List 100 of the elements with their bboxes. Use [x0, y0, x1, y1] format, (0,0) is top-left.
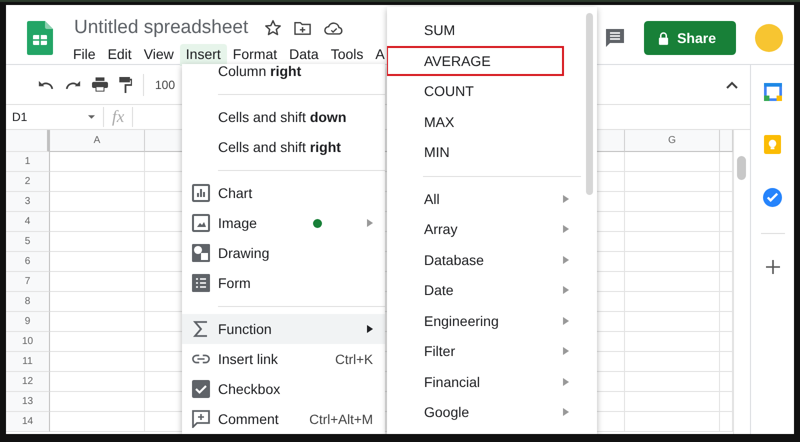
grid-cell[interactable] — [50, 272, 145, 292]
menu-item[interactable]: Checkbox — [182, 374, 385, 404]
menu-item[interactable]: Edit — [102, 44, 138, 66]
row-header[interactable]: 4 — [6, 212, 50, 232]
menu-item[interactable]: File — [67, 44, 102, 66]
grid-cell[interactable] — [720, 152, 733, 172]
undo-icon[interactable] — [38, 79, 54, 90]
row-header[interactable]: 6 — [6, 252, 50, 272]
menu-item[interactable]: A — [369, 44, 391, 66]
grid-cell[interactable] — [625, 412, 720, 432]
row-header[interactable]: 14 — [6, 412, 50, 432]
grid-cell[interactable] — [625, 172, 720, 192]
grid-cell[interactable] — [50, 152, 145, 172]
grid-cell[interactable] — [720, 352, 733, 372]
grid-cell[interactable] — [625, 312, 720, 332]
grid-cell[interactable] — [50, 232, 145, 252]
grid-cell[interactable] — [50, 192, 145, 212]
grid-cell[interactable] — [50, 372, 145, 392]
grid-cell[interactable] — [720, 412, 733, 432]
cloud-icon[interactable] — [324, 20, 344, 36]
row-header[interactable]: 5 — [6, 232, 50, 252]
tasks-icon[interactable] — [763, 188, 782, 207]
grid-cell[interactable] — [625, 392, 720, 412]
share-button[interactable]: Share — [644, 21, 736, 55]
column-header[interactable] — [720, 130, 733, 152]
row-header[interactable]: 1 — [6, 152, 50, 172]
select-all-corner[interactable] — [6, 130, 50, 152]
row-header[interactable]: 12 — [6, 372, 50, 392]
grid-cell[interactable] — [625, 292, 720, 312]
menu-item[interactable]: Form — [182, 268, 385, 298]
menu-item[interactable]: Function — [182, 314, 385, 344]
grid-cell[interactable] — [720, 392, 733, 412]
row-header[interactable]: 2 — [6, 172, 50, 192]
grid-cell[interactable] — [625, 152, 720, 172]
document-title[interactable]: Untitled spreadsheet — [74, 17, 248, 39]
menu-item[interactable]: Drawing — [182, 238, 385, 268]
menu-item[interactable]: Comment Ctrl+Alt+M — [182, 404, 385, 434]
grid-cell[interactable] — [625, 192, 720, 212]
comment-icon[interactable] — [604, 27, 626, 49]
menu-item[interactable]: Filter — [418, 338, 462, 364]
menu-item[interactable]: Array — [418, 216, 464, 242]
column-header[interactable]: A — [50, 130, 145, 152]
grid-cell[interactable] — [50, 352, 145, 372]
grid-cell[interactable] — [720, 312, 733, 332]
grid-cell[interactable] — [50, 312, 145, 332]
menu-item[interactable]: Column right — [182, 64, 385, 86]
dropdown-caret-icon[interactable] — [88, 115, 95, 119]
menu-item[interactable]: Database — [418, 246, 490, 273]
menu-item[interactable]: Engineering — [418, 308, 505, 334]
cell-reference[interactable]: D1 — [6, 110, 84, 124]
menu-item[interactable]: Format — [226, 44, 284, 66]
row-header[interactable]: 7 — [6, 272, 50, 292]
row-header[interactable]: 10 — [6, 332, 50, 352]
menu-item[interactable]: Tools — [324, 44, 370, 66]
grid-cell[interactable] — [720, 292, 733, 312]
menu-item[interactable]: Cells and shift down — [182, 102, 385, 132]
menu-item[interactable]: SUM — [418, 17, 462, 44]
menu-item[interactable]: MAX — [418, 108, 460, 135]
grid-cell[interactable] — [50, 332, 145, 352]
menu-item[interactable]: Data — [283, 44, 325, 66]
grid-cell[interactable] — [50, 392, 145, 412]
grid-cell[interactable] — [720, 172, 733, 192]
grid-cell[interactable] — [625, 252, 720, 272]
row-header[interactable]: 9 — [6, 312, 50, 332]
grid-cell[interactable] — [720, 252, 733, 272]
grid-cell[interactable] — [50, 252, 145, 272]
grid-cell[interactable] — [720, 192, 733, 212]
grid-cell[interactable] — [720, 372, 733, 392]
menu-item[interactable]: MIN — [418, 139, 456, 166]
grid-cell[interactable] — [720, 232, 733, 252]
menu-item[interactable]: Cells and shift right — [182, 132, 385, 162]
collapse-icon[interactable] — [726, 80, 738, 88]
avatar-icon[interactable] — [754, 23, 784, 53]
menu-item[interactable]: Google — [418, 399, 476, 426]
redo-icon[interactable] — [65, 79, 81, 90]
row-header[interactable]: 11 — [6, 352, 50, 372]
menu-item[interactable]: Image — [182, 208, 385, 238]
grid-cell[interactable] — [720, 212, 733, 232]
row-header[interactable]: 3 — [6, 192, 50, 212]
scrollbar-thumb[interactable] — [586, 13, 593, 195]
menu-item[interactable]: Insert link Ctrl+K — [182, 344, 385, 374]
grid-cell[interactable] — [625, 212, 720, 232]
paint-format-icon[interactable] — [119, 76, 132, 92]
grid-cell[interactable] — [625, 232, 720, 252]
grid-cell[interactable] — [50, 212, 145, 232]
menu-item[interactable]: Chart — [182, 178, 385, 208]
star-icon[interactable] — [264, 19, 282, 37]
grid-cell[interactable] — [625, 372, 720, 392]
menu-item[interactable]: Date — [418, 277, 460, 304]
grid-cell[interactable] — [50, 172, 145, 192]
grid-cell[interactable] — [625, 352, 720, 372]
grid-cell[interactable] — [50, 292, 145, 312]
grid-cell[interactable] — [720, 272, 733, 292]
row-header[interactable]: 13 — [6, 392, 50, 412]
zoom-select[interactable]: 100 — [155, 78, 176, 92]
grid-cell[interactable] — [720, 332, 733, 352]
sheets-logo-icon[interactable] — [27, 21, 53, 55]
folder-icon[interactable] — [294, 20, 312, 36]
print-icon[interactable] — [92, 77, 108, 92]
column-header[interactable]: G — [625, 130, 720, 152]
